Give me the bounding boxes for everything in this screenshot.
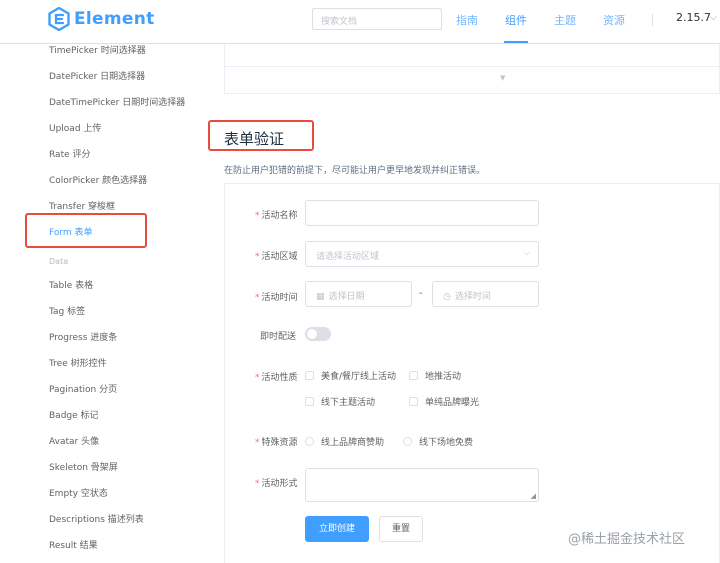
element-logo-icon bbox=[48, 7, 70, 31]
required-mark: * bbox=[255, 211, 260, 221]
time-placeholder: 选择时间 bbox=[454, 292, 491, 302]
label-text: 活动时间 bbox=[261, 293, 298, 303]
nav-theme[interactable]: 主题 bbox=[554, 12, 576, 28]
sidebar-item-empty[interactable]: Empty 空状态 bbox=[49, 486, 108, 499]
radio-label: 线上品牌商赞助 bbox=[321, 438, 385, 448]
reset-button[interactable]: 重置 bbox=[379, 516, 423, 542]
sidebar-item-upload[interactable]: Upload 上传 bbox=[49, 121, 101, 134]
nav-component[interactable]: 组件 bbox=[505, 12, 527, 28]
nav-guide[interactable]: 指南 bbox=[456, 12, 478, 28]
sidebar-item-pagination[interactable]: Pagination 分页 bbox=[49, 382, 117, 395]
active-nav-indicator bbox=[504, 41, 528, 43]
sidebar-item-badge[interactable]: Badge 标记 bbox=[49, 408, 99, 421]
required-mark: * bbox=[255, 293, 260, 303]
label-text: 活动区域 bbox=[261, 252, 298, 262]
label-text: 特殊资源 bbox=[261, 438, 298, 448]
annotation-box-sidebar bbox=[25, 213, 147, 248]
chevron-down-icon: ⌵ bbox=[523, 248, 530, 257]
sidebar-item-colorpicker[interactable]: ColorPicker 颜色选择器 bbox=[49, 173, 147, 186]
nav-resource[interactable]: 资源 bbox=[603, 12, 625, 28]
sidebar-item-descriptions[interactable]: Descriptions 描述列表 bbox=[49, 512, 144, 525]
label-activity-name: * 活动名称 bbox=[255, 208, 298, 221]
radio-online-sponsor[interactable]: 线上品牌商赞助 bbox=[305, 435, 384, 448]
top-header: Element 搜索文档 指南 组件 主题 资源 2.15.7 ⌵ bbox=[0, 0, 720, 44]
label-activity-type: * 活动性质 bbox=[255, 370, 298, 383]
activity-form-textarea[interactable]: ◢ bbox=[305, 468, 539, 502]
sidebar-item-skeleton[interactable]: Skeleton 骨架屏 bbox=[49, 460, 118, 473]
label-instant-delivery: 即时配送 bbox=[260, 332, 297, 342]
section-description: 在防止用户犯错的前提下，尽可能让用户更早地发现并纠正错误。 bbox=[224, 166, 486, 176]
checkbox-label: 单纯品牌曝光 bbox=[425, 398, 480, 408]
sidebar-item-table[interactable]: Table 表格 bbox=[49, 278, 93, 291]
instant-delivery-switch[interactable] bbox=[305, 327, 331, 341]
sidebar-item-datetimepicker[interactable]: DateTimePicker 日期时间选择器 bbox=[49, 95, 185, 108]
required-mark: * bbox=[255, 373, 260, 383]
sidebar-item-timepicker[interactable]: TimePicker 时间选择器 bbox=[49, 43, 146, 56]
range-separator: - bbox=[419, 288, 423, 299]
radio-icon bbox=[305, 437, 314, 446]
label-activity-region: * 活动区域 bbox=[255, 249, 298, 262]
required-mark: * bbox=[255, 438, 260, 448]
radio-label: 线下场地免费 bbox=[419, 438, 474, 448]
sidebar-item-transfer[interactable]: Transfer 穿梭框 bbox=[49, 199, 115, 212]
required-mark: * bbox=[255, 252, 260, 262]
checkbox-icon bbox=[305, 371, 314, 380]
checkbox-brand-exposure[interactable]: 单纯品牌曝光 bbox=[409, 395, 479, 408]
label-special-resource: * 特殊资源 bbox=[255, 435, 298, 448]
sidebar-item-progress[interactable]: Progress 进度条 bbox=[49, 330, 117, 343]
sidebar: TimePicker 时间选择器 DatePicker 日期选择器 DateTi… bbox=[0, 44, 210, 563]
label-activity-time: * 活动时间 bbox=[255, 290, 298, 303]
checkbox-online-food[interactable]: 美食/餐厅线上活动 bbox=[305, 369, 396, 382]
sidebar-item-rate[interactable]: Rate 评分 bbox=[49, 147, 91, 160]
checkbox-icon bbox=[409, 371, 418, 380]
switch-knob bbox=[307, 329, 317, 339]
create-button[interactable]: 立即创建 bbox=[305, 516, 369, 542]
date-picker-input[interactable]: ▦ 选择日期 bbox=[305, 281, 412, 307]
sidebar-item-tree[interactable]: Tree 树形控件 bbox=[49, 356, 107, 369]
annotation-box-title bbox=[208, 120, 314, 151]
search-input[interactable]: 搜索文档 bbox=[312, 8, 442, 30]
label-text: 活动形式 bbox=[261, 479, 298, 489]
sidebar-item-datepicker[interactable]: DatePicker 日期选择器 bbox=[49, 69, 145, 82]
label-text: 活动名称 bbox=[261, 211, 298, 221]
logo-text: Element bbox=[74, 9, 155, 29]
checkbox-icon bbox=[409, 397, 418, 406]
collapse-divider bbox=[225, 66, 719, 67]
calendar-icon: ▦ bbox=[316, 292, 325, 302]
sidebar-group-data: Data bbox=[49, 257, 69, 266]
version-select[interactable]: 2.15.7 bbox=[676, 11, 711, 24]
date-placeholder: 选择日期 bbox=[328, 292, 365, 302]
required-mark: * bbox=[255, 479, 260, 489]
label-text: 活动性质 bbox=[261, 373, 298, 383]
previous-demo-card bbox=[224, 44, 720, 94]
time-picker-input[interactable]: ◷ 选择时间 bbox=[432, 281, 539, 307]
resize-handle-icon[interactable]: ◢ bbox=[531, 492, 536, 500]
activity-region-select[interactable]: 请选择活动区域 ⌵ bbox=[305, 241, 539, 267]
form-demo-card bbox=[224, 183, 720, 563]
radio-icon bbox=[403, 437, 412, 446]
watermark: @稀土掘金技术社区 bbox=[568, 532, 686, 547]
logo[interactable]: Element bbox=[48, 7, 155, 31]
sidebar-item-tag[interactable]: Tag 标签 bbox=[49, 304, 85, 317]
checkbox-ground-promo[interactable]: 地推活动 bbox=[409, 369, 461, 382]
checkbox-label: 美食/餐厅线上活动 bbox=[321, 372, 397, 382]
sidebar-item-result[interactable]: Result 结果 bbox=[49, 538, 98, 551]
nav-divider bbox=[652, 14, 653, 26]
sidebar-item-avatar[interactable]: Avatar 头像 bbox=[49, 434, 99, 447]
region-placeholder: 请选择活动区域 bbox=[316, 252, 380, 262]
checkbox-icon bbox=[305, 397, 314, 406]
checkbox-offline-theme[interactable]: 线下主题活动 bbox=[305, 395, 375, 408]
clock-icon: ◷ bbox=[443, 292, 451, 302]
label-activity-form: * 活动形式 bbox=[255, 476, 298, 489]
radio-offline-venue[interactable]: 线下场地免费 bbox=[403, 435, 473, 448]
checkbox-label: 线下主题活动 bbox=[321, 398, 376, 408]
chevron-down-icon[interactable]: ⌵ bbox=[710, 13, 717, 23]
expand-code-icon[interactable]: ▼ bbox=[500, 74, 505, 82]
activity-name-input[interactable] bbox=[305, 200, 539, 226]
checkbox-label: 地推活动 bbox=[425, 372, 462, 382]
